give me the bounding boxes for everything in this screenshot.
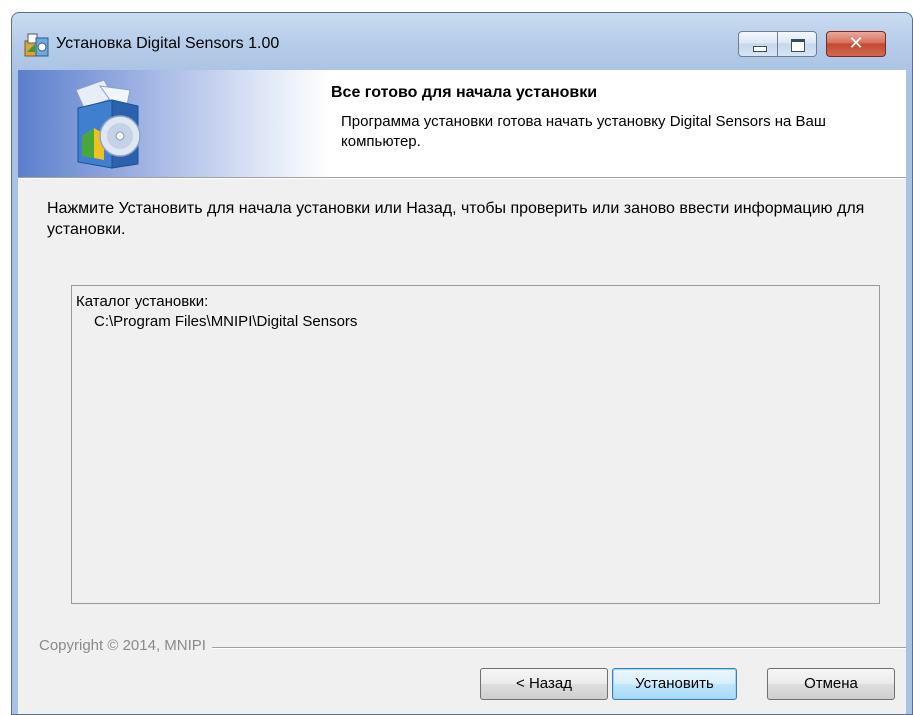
maximize-button[interactable] xyxy=(777,31,817,57)
back-button[interactable]: < Назад xyxy=(480,668,608,700)
installer-app-icon xyxy=(24,33,49,57)
cancel-button[interactable]: Отмена xyxy=(767,668,895,700)
install-button[interactable]: Установить xyxy=(612,668,737,700)
close-icon: ✕ xyxy=(848,33,864,54)
dialog-client-area: Все готово для начала установки Программ… xyxy=(18,70,906,714)
install-summary-box: Каталог установки: C:\Program Files\MNIP… xyxy=(71,285,880,604)
maximize-icon xyxy=(791,39,805,52)
window-title: Установка Digital Sensors 1.00 xyxy=(56,35,280,52)
header-subtitle: Программа установки готова начать устано… xyxy=(341,113,826,150)
close-button[interactable]: ✕ xyxy=(826,31,886,57)
header-title: Все готово для начала установки xyxy=(331,84,598,101)
minimize-button[interactable] xyxy=(738,31,778,57)
minimize-icon xyxy=(753,46,767,52)
copyright-text: Copyright © 2014, MNIPI xyxy=(39,637,212,654)
install-folder-label: Каталог установки: xyxy=(76,293,209,310)
header-gradient xyxy=(18,70,328,177)
install-folder-path: C:\Program Files\MNIPI\Digital Sensors xyxy=(94,313,358,330)
instructions-text: Нажмите Установить для начала установки … xyxy=(47,200,865,238)
title-bar[interactable]: Установка Digital Sensors 1.00 ✕ xyxy=(12,13,912,71)
header-banner: Все готово для начала установки Программ… xyxy=(18,70,906,177)
installer-window: Установка Digital Sensors 1.00 ✕ Все гот… xyxy=(11,12,913,715)
header-separator xyxy=(18,177,906,179)
software-box-disc-icon xyxy=(75,79,141,169)
